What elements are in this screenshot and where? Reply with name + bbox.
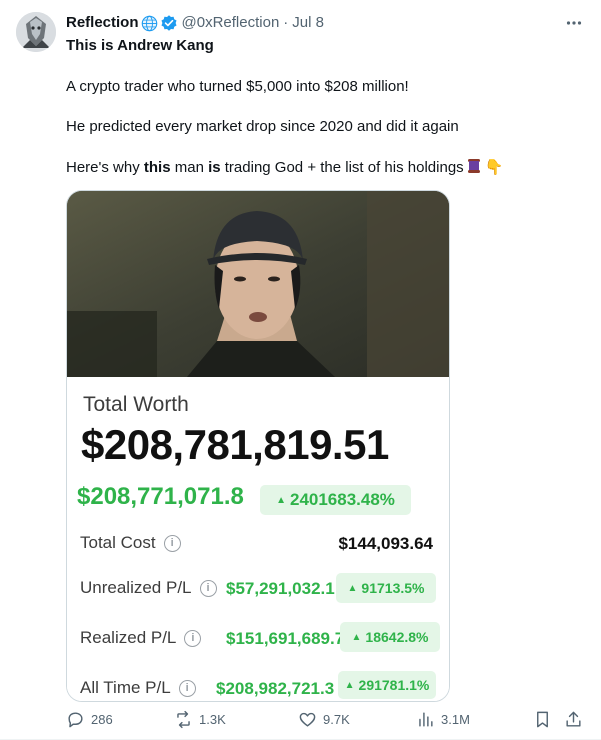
reply-button[interactable]: 286 xyxy=(66,710,113,729)
like-icon xyxy=(299,712,316,727)
bookmark-button[interactable] xyxy=(533,710,552,729)
tweet-header: Reflection @0xReflection · Jul 8 xyxy=(66,13,324,33)
realized-label: Realized P/L i xyxy=(80,628,202,648)
tweet-date[interactable]: Jul 8 xyxy=(292,13,324,33)
reply-count: 286 xyxy=(91,712,113,727)
info-icon: i xyxy=(178,679,196,697)
alltime-pct: 291781.1% xyxy=(358,677,430,693)
alltime-text: All Time P/L xyxy=(80,678,171,697)
share-button[interactable] xyxy=(564,710,583,729)
total-cost-value: $144,093.64 xyxy=(338,534,433,553)
realized-value: $151,691,689.7 xyxy=(226,629,345,648)
pointing-down-emoji: 👇 xyxy=(484,159,504,176)
realized-pct-badge: ▲ 18642.8% xyxy=(340,622,440,652)
globe-icon xyxy=(141,15,158,32)
tweet-text-line-3: He predicted every market drop since 202… xyxy=(66,118,459,135)
tweet-text-line-2: A crypto trader who turned $5,000 into $… xyxy=(66,78,409,95)
tweet[interactable]: Reflection @0xReflection · Jul 8 This is… xyxy=(0,0,601,740)
more-icon[interactable] xyxy=(563,12,585,34)
alltime-value: $208,982,721.3 xyxy=(216,679,335,698)
like-count: 9.7K xyxy=(323,712,350,727)
like-button[interactable]: 9.7K xyxy=(298,710,350,729)
up-triangle-icon: ▲ xyxy=(351,631,362,643)
action-bar: 286 1.3K 9.7K 3.1M xyxy=(66,710,586,734)
repost-icon xyxy=(177,710,190,729)
reply-icon xyxy=(68,712,83,728)
repost-count: 1.3K xyxy=(199,712,226,727)
unrealized-value: $57,291,032.1 xyxy=(226,579,335,598)
text-segment: Here's why xyxy=(66,159,144,176)
info-icon: i xyxy=(184,629,202,647)
total-cost-label: Total Cost i xyxy=(80,533,181,553)
views-icon xyxy=(419,712,433,727)
realized-pct: 18642.8% xyxy=(365,629,429,645)
scroll-emoji xyxy=(465,157,483,181)
tweet-text-line-4: Here's why this man is trading God + the… xyxy=(66,157,581,181)
author-handle[interactable]: @0xReflection xyxy=(182,13,280,33)
avatar[interactable] xyxy=(16,12,56,52)
tweet-text-line-1: This is Andrew Kang xyxy=(66,37,214,54)
total-worth-label: Total Worth xyxy=(83,393,189,416)
repost-button[interactable]: 1.3K xyxy=(174,710,226,729)
text-bold-is: is xyxy=(208,159,221,176)
unrealized-pct-badge: ▲ 91713.5% xyxy=(336,573,436,603)
up-triangle-icon: ▲ xyxy=(344,679,355,691)
up-triangle-icon: ▲ xyxy=(276,494,286,506)
info-icon: i xyxy=(199,579,217,597)
separator-dot: · xyxy=(283,14,289,31)
text-segment: trading God + the list of his holdings xyxy=(220,159,464,176)
views-count: 3.1M xyxy=(441,712,470,727)
unrealized-text: Unrealized P/L xyxy=(80,578,192,597)
views-button[interactable]: 3.1M xyxy=(416,710,470,729)
green-value: $208,771,071.8 xyxy=(77,483,244,510)
author-name[interactable]: Reflection xyxy=(66,13,139,33)
verified-icon[interactable] xyxy=(160,14,178,32)
video-still[interactable] xyxy=(67,191,449,377)
bookmark-icon xyxy=(537,711,548,728)
text-bold-this: this xyxy=(143,159,171,176)
realized-text: Realized P/L xyxy=(80,628,177,647)
text-segment: man xyxy=(170,159,209,176)
alltime-pct-badge: ▲ 291781.1% xyxy=(338,671,436,699)
up-triangle-icon: ▲ xyxy=(347,582,358,594)
total-cost-text: Total Cost xyxy=(80,533,156,552)
green-pct: 2401683.48% xyxy=(289,490,395,509)
total-worth-value: $208,781,819.51 xyxy=(81,421,389,468)
info-icon: i xyxy=(163,534,181,552)
alltime-label: All Time P/L i xyxy=(80,678,196,698)
share-icon xyxy=(566,711,581,727)
unrealized-label: Unrealized P/L i xyxy=(80,578,217,598)
green-pct-badge: ▲ 2401683.48% xyxy=(260,485,411,515)
unrealized-pct: 91713.5% xyxy=(361,580,425,596)
